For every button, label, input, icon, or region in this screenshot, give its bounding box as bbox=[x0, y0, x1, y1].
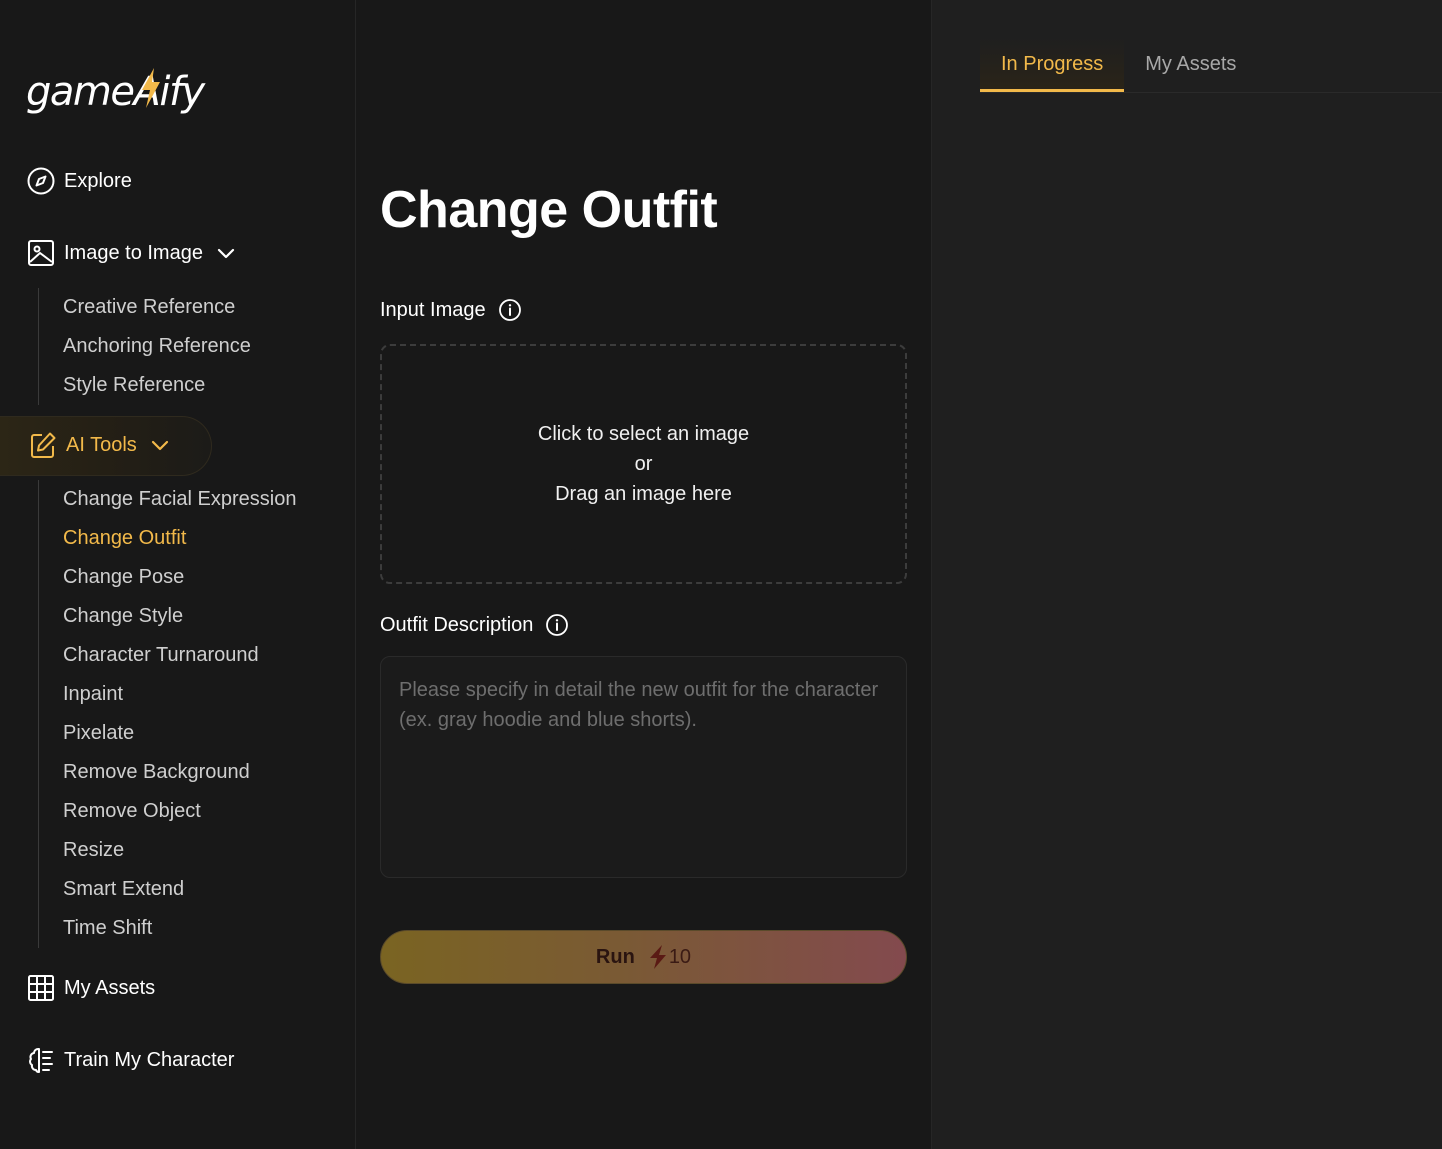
sidebar-item-style-reference[interactable]: Style Reference bbox=[39, 366, 251, 405]
nav-ai-tools[interactable]: AI Tools bbox=[28, 430, 173, 460]
sidebar-item-creative-reference[interactable]: Creative Reference bbox=[39, 288, 251, 327]
nav-image-to-image[interactable]: Image to Image bbox=[26, 238, 239, 268]
chevron-down-icon bbox=[151, 440, 168, 451]
edit-icon bbox=[31, 432, 56, 458]
logo[interactable]: gameAify bbox=[26, 48, 205, 115]
ai-tools-submenu: Change Facial Expression Change Outfit C… bbox=[38, 480, 296, 948]
run-cost: 10 bbox=[647, 944, 691, 970]
chevron-down-icon bbox=[217, 248, 235, 259]
outfit-description-label-text: Outfit Description bbox=[380, 613, 534, 636]
sidebar-item-change-outfit[interactable]: Change Outfit bbox=[39, 519, 296, 558]
brain-icon bbox=[29, 1048, 53, 1073]
right-panel: In Progress My Assets bbox=[931, 0, 1442, 1149]
nav-image-to-image-label: Image to Image bbox=[64, 241, 203, 264]
run-button[interactable]: Run 10 bbox=[380, 930, 907, 984]
sidebar-item-remove-background[interactable]: Remove Background bbox=[39, 753, 296, 792]
sidebar-item-smart-extend[interactable]: Smart Extend bbox=[39, 870, 296, 909]
dropzone-line-2: or bbox=[634, 453, 653, 475]
image-to-image-submenu: Creative Reference Anchoring Reference S… bbox=[38, 288, 251, 405]
run-button-label: Run bbox=[595, 945, 635, 968]
input-image-label: Input Image bbox=[380, 298, 522, 322]
nav-ai-tools-label: AI Tools bbox=[66, 433, 137, 456]
image-dropzone[interactable]: Click to select an image or Drag an imag… bbox=[380, 344, 907, 584]
compass-icon bbox=[27, 167, 55, 195]
info-icon[interactable] bbox=[498, 298, 522, 322]
sidebar-item-change-pose[interactable]: Change Pose bbox=[39, 558, 296, 597]
nav-explore-label: Explore bbox=[64, 169, 132, 192]
nav-my-assets-label: My Assets bbox=[64, 976, 156, 999]
sidebar-item-change-facial-expression[interactable]: Change Facial Expression bbox=[39, 480, 296, 519]
sidebar-item-anchoring-reference[interactable]: Anchoring Reference bbox=[39, 327, 251, 366]
nav-train-my-character[interactable]: Train My Character bbox=[26, 1045, 234, 1075]
sidebar-item-character-turnaround[interactable]: Character Turnaround bbox=[39, 636, 296, 675]
outfit-description-label: Outfit Description bbox=[380, 613, 569, 637]
right-tabs: In Progress My Assets bbox=[980, 38, 1442, 93]
sidebar-item-time-shift[interactable]: Time Shift bbox=[39, 909, 296, 948]
dropzone-line-3: Drag an image here bbox=[555, 483, 732, 505]
outfit-description-input[interactable]: Please specify in detail the new outfit … bbox=[380, 656, 907, 878]
logo-text: gameAify bbox=[26, 69, 205, 115]
bolt-icon bbox=[649, 945, 666, 969]
logo-bolt-icon bbox=[142, 68, 160, 108]
sidebar-item-remove-object[interactable]: Remove Object bbox=[39, 792, 296, 831]
nav-my-assets[interactable]: My Assets bbox=[26, 973, 155, 1003]
nav-train-my-character-label: Train My Character bbox=[64, 1048, 235, 1071]
tab-in-progress[interactable]: In Progress bbox=[980, 38, 1125, 92]
run-cost-value: 10 bbox=[668, 945, 692, 968]
sidebar-item-inpaint[interactable]: Inpaint bbox=[39, 675, 296, 714]
sidebar-item-pixelate[interactable]: Pixelate bbox=[39, 714, 296, 753]
sidebar-item-resize[interactable]: Resize bbox=[39, 831, 296, 870]
image-icon bbox=[28, 240, 54, 266]
dropzone-line-1: Click to select an image bbox=[537, 423, 750, 445]
info-icon[interactable] bbox=[545, 613, 569, 637]
sidebar: gameAify Explore Image to Image Creative… bbox=[0, 0, 356, 1149]
sidebar-item-change-style[interactable]: Change Style bbox=[39, 597, 296, 636]
input-image-label-text: Input Image bbox=[380, 298, 486, 321]
main-content: Change Outfit Input Image Click to selec… bbox=[356, 0, 931, 1149]
page-title: Change Outfit bbox=[380, 181, 718, 239]
grid-icon bbox=[28, 975, 54, 1001]
tab-my-assets[interactable]: My Assets bbox=[1124, 38, 1257, 92]
nav-explore[interactable]: Explore bbox=[26, 166, 132, 196]
